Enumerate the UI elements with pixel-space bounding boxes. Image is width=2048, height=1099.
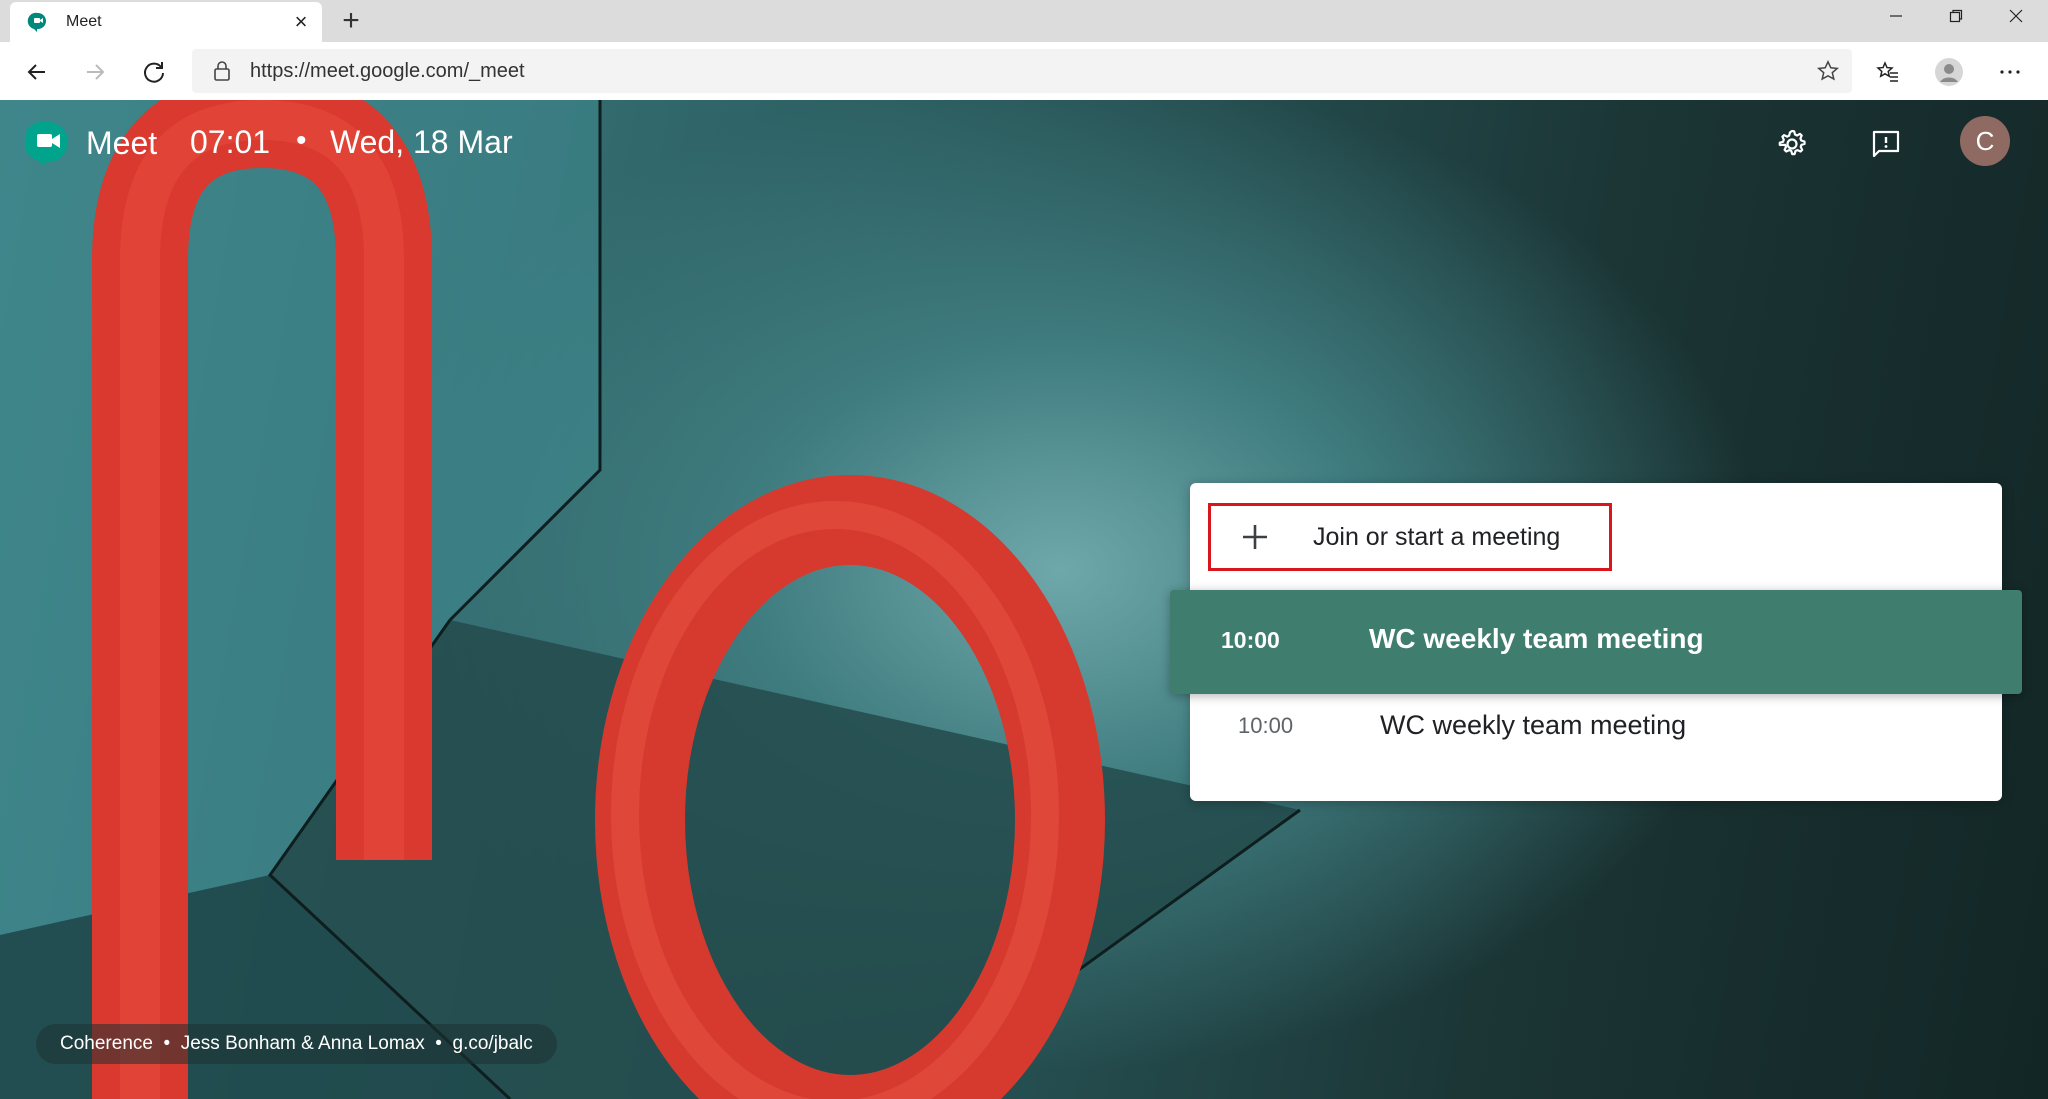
address-bar[interactable]: https://meet.google.com/_meet <box>192 49 1852 93</box>
meet-favicon-icon <box>26 10 50 34</box>
credit-title: Coherence <box>60 1033 153 1054</box>
back-arrow-icon[interactable] <box>17 52 57 92</box>
settings-gear-icon[interactable] <box>1768 120 1816 168</box>
plus-icon <box>1243 525 1267 549</box>
restore-button[interactable] <box>1926 0 1986 32</box>
credit-dot: • <box>152 1033 181 1054</box>
lock-icon <box>210 59 234 83</box>
meet-page: Meet 07:01 • Wed, 18 Mar C Join or start… <box>0 100 2048 1099</box>
more-icon[interactable] <box>1990 52 2030 92</box>
new-tab-button[interactable]: + <box>334 4 368 38</box>
meet-brand[interactable]: Meet <box>26 120 157 166</box>
current-date: Wed, 18 Mar <box>330 124 513 160</box>
meet-logo-icon <box>26 121 68 166</box>
credit-link[interactable]: g.co/jbalc <box>453 1033 533 1055</box>
join-or-start-meeting-button[interactable]: Join or start a meeting <box>1208 503 1612 571</box>
feedback-icon[interactable] <box>1862 120 1910 168</box>
credit-dot: • <box>424 1033 453 1054</box>
refresh-icon[interactable] <box>134 52 174 92</box>
app-name: Meet <box>86 124 158 161</box>
favorites-icon[interactable] <box>1868 52 1908 92</box>
profile-icon[interactable] <box>1929 52 1969 92</box>
browser-tab-meet[interactable]: Meet × <box>10 2 322 42</box>
forward-arrow-icon[interactable] <box>75 52 115 92</box>
close-icon[interactable]: × <box>286 7 316 37</box>
window-close-button[interactable] <box>1986 0 2046 32</box>
background-credit: Coherence • Jess Bonham & Anna Lomax • g… <box>36 1024 557 1064</box>
meeting-time: 10:00 <box>1221 627 1280 653</box>
meeting-row-highlighted[interactable]: 10:00 WC weekly team meeting <box>1170 590 2022 694</box>
join-label: Join or start a meeting <box>1313 522 1561 551</box>
minimize-button[interactable] <box>1866 0 1926 32</box>
meeting-title: WC weekly team meeting <box>1369 623 1704 654</box>
separator-dot: • <box>296 124 307 157</box>
meeting-time: 10:00 <box>1238 713 1294 738</box>
tab-title: Meet <box>66 13 102 30</box>
url-text: https://meet.google.com/_meet <box>250 60 525 82</box>
meeting-title: WC weekly team meeting <box>1380 710 1687 740</box>
credit-artists: Jess Bonham & Anna Lomax <box>180 1033 425 1054</box>
current-time: 07:01 <box>190 124 271 160</box>
star-icon[interactable] <box>1816 59 1840 83</box>
browser-toolbar: https://meet.google.com/_meet <box>0 42 2048 101</box>
meeting-row[interactable]: 10:00 WC weekly team meeting <box>1190 693 2002 793</box>
browser-tab-strip: Meet × + <box>0 0 2048 42</box>
account-avatar[interactable]: C <box>1960 116 2010 166</box>
